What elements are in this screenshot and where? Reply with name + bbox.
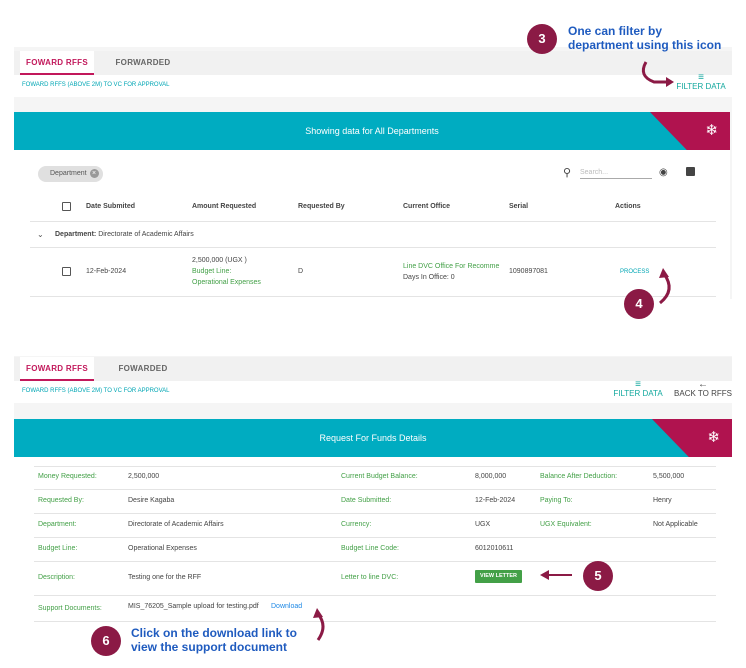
step-5-badge: 5 (583, 561, 613, 591)
callout-line: view the support document (131, 640, 288, 654)
step-6-callout: Click on the download link to view the s… (131, 626, 297, 654)
step-3-arrow (313, 61, 674, 641)
step-4-badge: 4 (624, 289, 654, 319)
callout-line: Click on the download link to (131, 626, 298, 640)
step-6-badge: 6 (91, 626, 121, 656)
